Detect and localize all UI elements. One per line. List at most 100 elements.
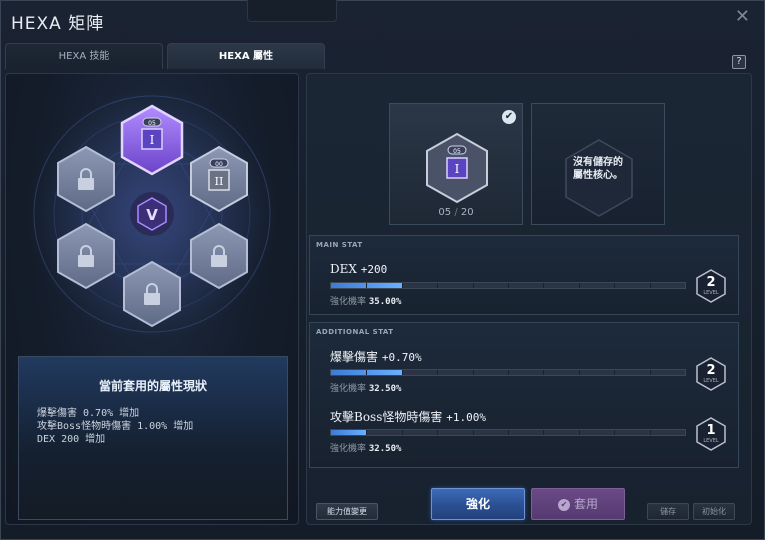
- counter-separator: /: [454, 207, 458, 218]
- close-icon[interactable]: ✕: [735, 6, 750, 27]
- progress-segment-divider: [543, 370, 545, 375]
- progress-segment-divider: [437, 283, 439, 288]
- rate-label-text: 強化機率: [330, 297, 367, 307]
- progress-segment-divider: [578, 370, 580, 375]
- stat-value-text: +200: [360, 263, 388, 276]
- progress-segment-divider: [614, 283, 616, 288]
- summary-line: DEX 200 增加: [37, 434, 106, 445]
- applied-stats-summary: 當前套用的屬性現狀 爆擊傷害 0.70% 增加 攻擊Boss怪物時傷害 1.00…: [18, 356, 288, 520]
- counter-current: 05: [438, 207, 452, 218]
- progress-segment-divider: [578, 283, 580, 288]
- additional-stat-name: 爆擊傷害 +0.70%: [330, 348, 422, 365]
- stat-name-text: 爆擊傷害: [330, 350, 379, 364]
- tab-hexa-attribute[interactable]: HEXA 屬性: [167, 43, 325, 69]
- progress-segment-divider: [649, 430, 651, 435]
- progress-segment-divider: [366, 283, 368, 288]
- additional-stat-level-badge: 2 LEVEL: [695, 357, 727, 391]
- save-button[interactable]: 儲存: [647, 503, 689, 520]
- progress-segment-divider: [543, 283, 545, 288]
- progress-segment-divider: [472, 283, 474, 288]
- tab-hexa-skill[interactable]: HEXA 技能: [5, 43, 163, 69]
- progress-segment-divider: [472, 430, 474, 435]
- additional-stat-rate: 強化機率 32.50%: [330, 441, 401, 454]
- hexa-matrix-window: HEXA 矩陣 ✕ HEXA 技能 HEXA 屬性 ? 05 I 00 II V…: [0, 0, 765, 540]
- summary-lines: 爆擊傷害 0.70% 增加 攻擊Boss怪物時傷害 1.00% 增加 DEX 2…: [37, 407, 193, 446]
- core-slot-empty[interactable]: 沒有儲存的 屬性核心。: [531, 103, 665, 225]
- level-number: 2: [706, 275, 716, 290]
- progress-segment-divider: [614, 370, 616, 375]
- title-bar-handle[interactable]: [247, 0, 337, 22]
- core-level-text: 05: [453, 148, 461, 155]
- v-matrix-emblem-icon: V: [130, 192, 174, 236]
- progress-segment-divider: [366, 370, 368, 375]
- core-level-counter: 05 / 20: [390, 207, 522, 218]
- additional-stat-rate: 強化機率 32.50%: [330, 381, 401, 394]
- progress-segment-divider: [401, 283, 403, 288]
- rate-label-text: 強化機率: [330, 444, 367, 454]
- progress-segment-divider: [472, 370, 474, 375]
- core-hex-icon: 05 I: [426, 132, 488, 204]
- progress-segment-divider: [614, 430, 616, 435]
- apply-button[interactable]: ✔ 套用: [531, 488, 625, 520]
- stat-name-text: 攻擊Boss怪物時傷害: [330, 410, 443, 424]
- attribute-detail-panel: ✔ 05 I 05 / 20 沒有儲存的 屬性核心。 MAIN STAT DEX…: [306, 73, 752, 525]
- progress-segment-divider: [578, 430, 580, 435]
- additional-stat-box: ADDITIONAL STAT 爆擊傷害 +0.70% 強化機率 32.50% …: [309, 322, 739, 468]
- apply-label: 套用: [573, 497, 598, 511]
- rate-label-text: 強化機率: [330, 384, 367, 394]
- progress-segment-divider: [649, 370, 651, 375]
- hexa-map-panel: 05 I 00 II V 當前套用的屬性現狀 爆擊傷害 0.70% 增加 攻擊B…: [5, 73, 299, 525]
- rate-value-text: 32.50%: [368, 384, 402, 394]
- node-numeral-text: I: [150, 133, 155, 147]
- additional-stat-progress-bar: [330, 429, 686, 436]
- level-word: LEVEL: [703, 290, 719, 296]
- stat-value-text: +1.00%: [446, 411, 486, 424]
- main-stat-rate: 強化機率 35.00%: [330, 294, 401, 307]
- main-stat-level-badge: 2 LEVEL: [695, 269, 727, 303]
- node-numeral-text: II: [215, 175, 224, 188]
- progress-segment-divider: [401, 370, 403, 375]
- counter-max: 20: [460, 207, 474, 218]
- enhance-button[interactable]: 強化: [431, 488, 525, 520]
- progress-segment-divider: [508, 370, 509, 375]
- level-word: LEVEL: [703, 378, 719, 384]
- core-numeral-text: I: [455, 162, 460, 176]
- check-circle-icon: ✔: [557, 499, 570, 511]
- additional-stat-header: ADDITIONAL STAT: [316, 328, 394, 336]
- core-slot-active[interactable]: ✔ 05 I 05 / 20: [389, 103, 523, 225]
- summary-line: 爆擊傷害 0.70% 增加: [37, 408, 140, 419]
- main-stat-box: MAIN STAT DEX +200 強化機率 35.00% 2 LEVEL: [309, 235, 739, 315]
- progress-segment-divider: [401, 430, 403, 435]
- emblem-text: V: [146, 206, 158, 224]
- summary-title: 當前套用的屬性現狀: [98, 379, 207, 393]
- no-core-line: 沒有儲存的: [573, 157, 623, 168]
- progress-segment-divider: [366, 430, 368, 435]
- rate-value-text: 35.00%: [368, 297, 402, 307]
- window-title: HEXA 矩陣: [11, 14, 105, 34]
- main-stat-progress-bar: [330, 282, 686, 289]
- help-icon[interactable]: ?: [732, 55, 746, 69]
- progress-segment-divider: [649, 283, 651, 288]
- level-number: 2: [706, 363, 716, 378]
- no-core-line: 屬性核心。: [573, 170, 623, 181]
- progress-segment-divider: [508, 283, 509, 288]
- progress-segment-divider: [508, 430, 509, 435]
- change-stat-button[interactable]: 能力值變更: [316, 503, 378, 520]
- initialize-button[interactable]: 初始化: [693, 503, 735, 520]
- stat-value-text: +0.70%: [381, 351, 422, 364]
- node-level-text: 05: [148, 120, 156, 127]
- node-level-text: 00: [215, 161, 223, 168]
- progress-segment-divider: [437, 430, 439, 435]
- stat-name-text: DEX: [330, 262, 357, 276]
- additional-stat-name: 攻擊Boss怪物時傷害 +1.00%: [330, 408, 486, 425]
- level-number: 1: [706, 423, 716, 438]
- progress-segment-divider: [543, 430, 545, 435]
- progress-segment-divider: [437, 370, 439, 375]
- additional-stat-progress-bar: [330, 369, 686, 376]
- progress-fill: [331, 430, 367, 435]
- main-stat-header: MAIN STAT: [316, 241, 363, 249]
- hexa-node-map: 05 I 00 II V: [27, 89, 277, 339]
- additional-stat-level-badge: 1 LEVEL: [695, 417, 727, 451]
- rate-value-text: 32.50%: [368, 444, 402, 454]
- summary-line: 攻擊Boss怪物時傷害 1.00% 增加: [37, 421, 194, 432]
